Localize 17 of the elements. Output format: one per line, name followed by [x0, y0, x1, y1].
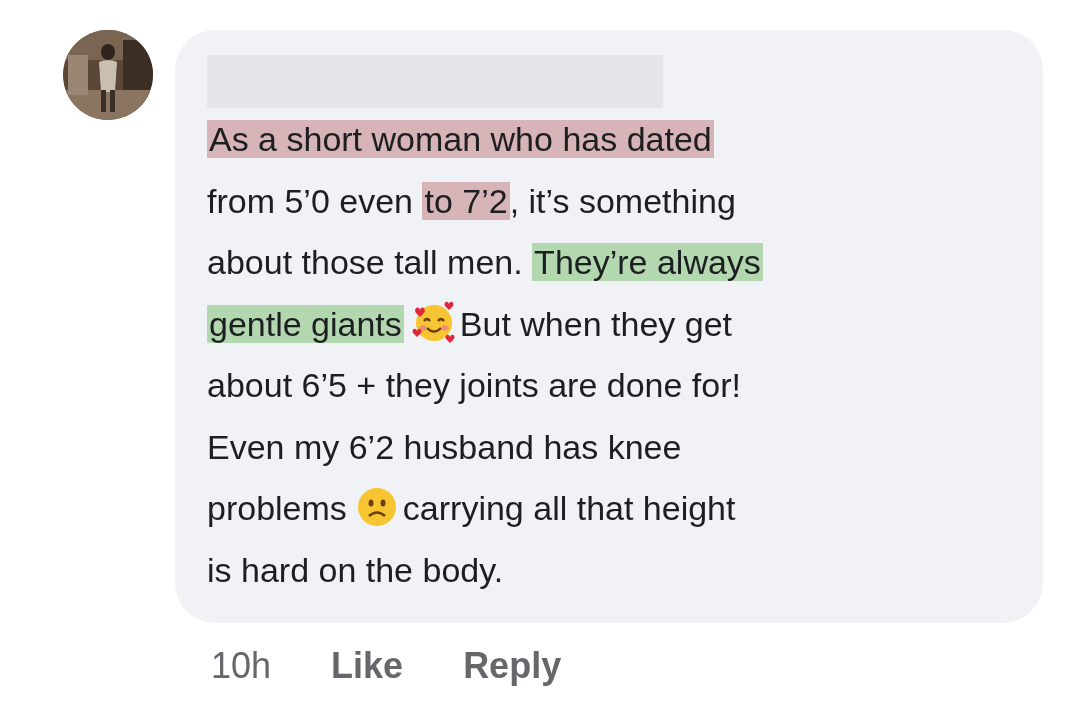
reply-link[interactable]: Reply: [463, 645, 562, 687]
comment-text: about those tall men.: [207, 243, 523, 281]
comment-text: Even my 6’2 husband has knee: [207, 427, 682, 466]
comment-text: is hard on the body.: [207, 550, 504, 589]
comment-text: As a short woman who has dated: [207, 120, 714, 158]
comment-text: They’re always: [532, 243, 763, 281]
comment-text: problems: [207, 489, 347, 527]
comment-text: to 7’2: [422, 181, 510, 220]
comment-text: But when they get: [459, 304, 732, 343]
comment-text: , it’s something: [509, 181, 736, 220]
smiling-face-with-hearts-icon: [411, 300, 456, 345]
comment-text: from 5’0 even: [207, 181, 413, 220]
comment-text: carrying all that height: [402, 489, 736, 527]
time-label: 10h: [211, 645, 272, 687]
comment-text: about 6’5 + they joints are done for!: [207, 366, 741, 404]
comment-text: gentle giants: [207, 304, 404, 343]
like-link[interactable]: Like: [331, 645, 404, 687]
